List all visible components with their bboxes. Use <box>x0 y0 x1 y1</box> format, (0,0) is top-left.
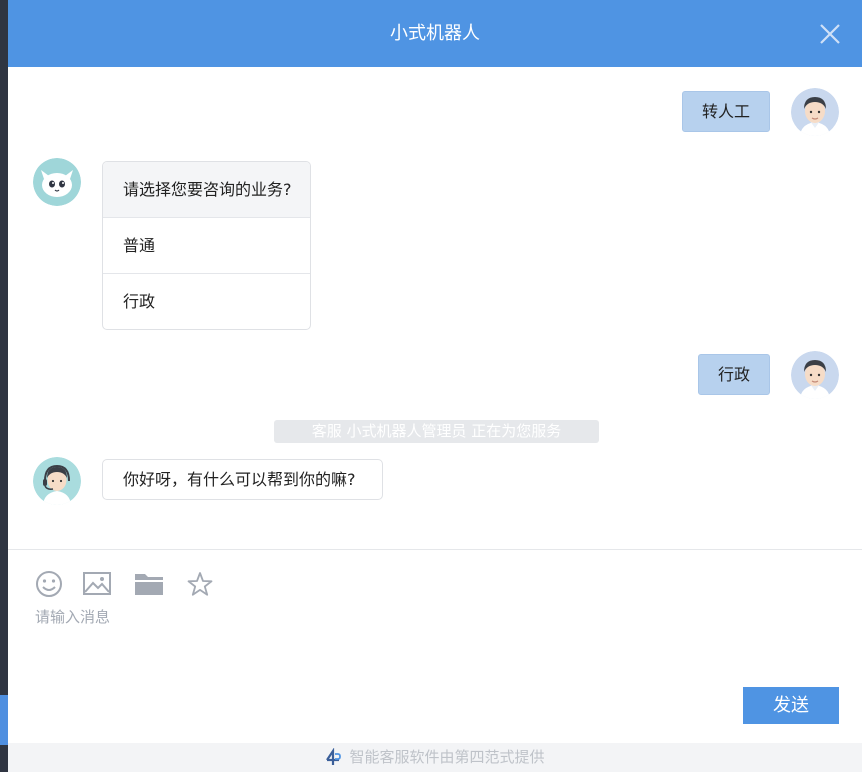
brand-logo-icon <box>326 747 342 765</box>
message-input[interactable]: 请输入消息 <box>35 606 110 627</box>
user-avatar <box>791 351 839 399</box>
bot-message-bubble: 你好呀，有什么可以帮到你的嘛? <box>102 459 383 500</box>
star-icon[interactable] <box>186 568 214 600</box>
choice-option-xingzheng[interactable]: 行政 <box>103 274 310 329</box>
send-button[interactable]: 发送 <box>743 687 839 724</box>
business-choice-card: 请选择您要咨询的业务? 普通 行政 <box>102 161 311 330</box>
service-notice: 客服 小式机器人管理员 正在为您服务 <box>274 420 599 443</box>
agent-avatar <box>33 457 81 505</box>
folder-icon[interactable] <box>132 568 166 600</box>
window-title: 小式机器人 <box>390 23 480 44</box>
choice-prompt: 请选择您要咨询的业务? <box>103 162 310 218</box>
chat-window: 小式机器人 转人工 请选择您要咨询的业务? 普通 行政 行政 客服 小式机器人管… <box>8 0 862 772</box>
user-message-bubble: 转人工 <box>682 91 770 132</box>
footer: 智能客服软件由第四范式提供 <box>8 743 862 772</box>
emoji-icon[interactable] <box>34 568 64 600</box>
input-divider <box>8 549 862 550</box>
background-app-accent <box>0 695 8 745</box>
user-avatar <box>791 88 839 136</box>
chat-area[interactable]: 转人工 请选择您要咨询的业务? 普通 行政 行政 客服 小式机器人管理员 正在为… <box>8 67 862 549</box>
close-icon[interactable] <box>816 20 844 48</box>
user-message-bubble: 行政 <box>698 354 770 395</box>
robot-avatar <box>33 158 81 206</box>
footer-text: 智能客服软件由第四范式提供 <box>349 748 545 766</box>
choice-option-putong[interactable]: 普通 <box>103 218 310 274</box>
background-app-strip <box>0 0 8 772</box>
image-icon[interactable] <box>81 568 113 600</box>
chat-header: 小式机器人 <box>8 0 862 67</box>
